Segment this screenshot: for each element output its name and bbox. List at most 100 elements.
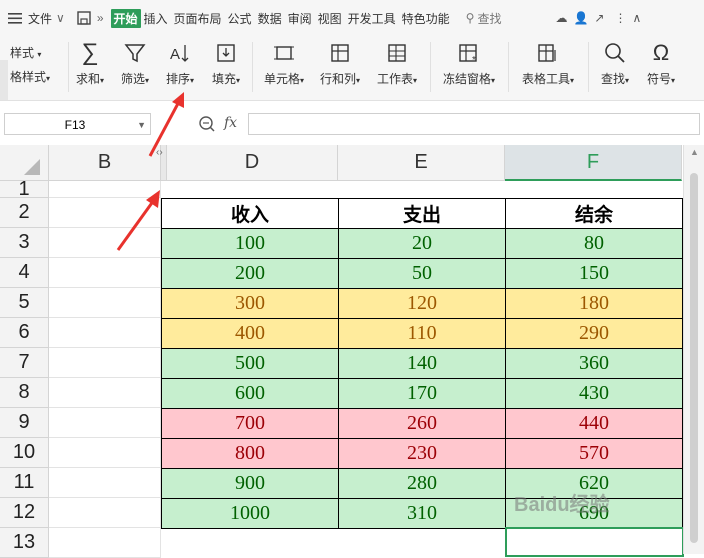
table-cell-balance[interactable]: 290 — [505, 318, 683, 349]
row-header-4[interactable]: 4 — [0, 258, 49, 288]
table-cell-balance[interactable]: 80 — [505, 228, 683, 259]
table-cell-expense[interactable]: 230 — [338, 438, 506, 469]
more-icon[interactable]: ⋮ — [611, 0, 629, 36]
cell-b9[interactable] — [49, 408, 161, 438]
tab-data[interactable]: 数据 — [255, 0, 285, 36]
table-cell-balance[interactable]: 360 — [505, 348, 683, 379]
table-header-cell[interactable]: 支出 — [338, 198, 506, 229]
scroll-up-icon[interactable]: ▲ — [690, 147, 699, 157]
scrollbar-thumb[interactable] — [690, 173, 698, 543]
cell-b5[interactable] — [49, 288, 161, 318]
more-chevron-icon[interactable]: » — [94, 0, 107, 36]
tab-formula[interactable]: 公式 — [225, 0, 255, 36]
tab-review[interactable]: 审阅 — [285, 0, 315, 36]
user-icon[interactable]: 👤 — [570, 0, 591, 36]
table-cell-expense[interactable]: 110 — [338, 318, 506, 349]
row-header-11[interactable]: 11 — [0, 468, 49, 498]
row-header-5[interactable]: 5 — [0, 288, 49, 318]
table-cell-income[interactable]: 800 — [161, 438, 339, 469]
tab-insert[interactable]: 插入 — [141, 0, 171, 36]
tab-features[interactable]: 特色功能 — [399, 0, 453, 36]
table-cell-expense[interactable]: 20 — [338, 228, 506, 259]
table-cell-income[interactable]: 700 — [161, 408, 339, 439]
cloud-icon[interactable]: ☁ — [552, 0, 570, 36]
cell-b6[interactable] — [49, 318, 161, 348]
table-cell-balance[interactable]: 150 — [505, 258, 683, 289]
table-cell-expense[interactable]: 50 — [338, 258, 506, 289]
row-column-button[interactable]: 行和列▾ — [318, 40, 362, 87]
table-cell-income[interactable]: 200 — [161, 258, 339, 289]
table-cell-balance[interactable]: 440 — [505, 408, 683, 439]
column-header-f[interactable]: F — [505, 145, 682, 181]
row-header-1[interactable]: 1 — [0, 178, 49, 200]
symbol-label: 符号 — [646, 72, 671, 86]
row-column-label: 行和列 — [319, 72, 356, 86]
cell-b12[interactable] — [49, 498, 161, 528]
cell-b8[interactable] — [49, 378, 161, 408]
symbol-button[interactable]: Ω 符号▾ — [642, 40, 680, 87]
row-header-6[interactable]: 6 — [0, 318, 49, 348]
worksheet-button[interactable]: 工作表▾ — [374, 40, 420, 87]
row-header-7[interactable]: 7 — [0, 348, 49, 378]
table-cell-balance[interactable]: 430 — [505, 378, 683, 409]
tab-page-layout[interactable]: 页面布局 — [171, 0, 225, 36]
table-tools-button[interactable]: 表格工具▾ — [518, 40, 578, 87]
table-header-cell[interactable]: 结余 — [505, 198, 683, 229]
table-cell-income[interactable]: 300 — [161, 288, 339, 319]
row-header-12[interactable]: 12 — [0, 498, 49, 528]
table-cell-balance[interactable]: 180 — [505, 288, 683, 319]
row-header-3[interactable]: 3 — [0, 228, 49, 258]
tab-start[interactable]: 开始 — [110, 8, 141, 28]
sort-button[interactable]: A 排序▾ — [162, 40, 198, 87]
row-header-9[interactable]: 9 — [0, 408, 49, 438]
style-button[interactable]: 样式 ▾ — [10, 44, 41, 61]
table-cell-expense[interactable]: 310 — [338, 498, 506, 529]
save-icon[interactable] — [74, 0, 94, 36]
search-box[interactable]: ⚲ 查找 — [463, 0, 505, 36]
fx-button[interactable]: fx — [224, 115, 237, 131]
cell-b4[interactable] — [49, 258, 161, 288]
format-style-label: 格样式 — [10, 70, 47, 84]
fill-button[interactable]: 填充▾ — [208, 40, 244, 87]
row-header-10[interactable]: 10 — [0, 438, 49, 468]
format-style-button[interactable]: 格样式▾ — [10, 68, 50, 85]
row-header-8[interactable]: 8 — [0, 378, 49, 408]
chevron-down-icon: ∨ — [56, 11, 65, 25]
table-cell-expense[interactable]: 260 — [338, 408, 506, 439]
zoom-search-icon[interactable] — [198, 115, 216, 138]
formula-input[interactable] — [248, 113, 700, 135]
table-cell-expense[interactable]: 140 — [338, 348, 506, 379]
cell-b11[interactable] — [49, 468, 161, 498]
column-header-e[interactable]: E — [338, 145, 505, 181]
selected-cell-f13[interactable] — [505, 527, 684, 557]
hamburger-menu-icon[interactable] — [0, 0, 25, 36]
share-icon[interactable]: ↗ — [591, 0, 607, 36]
tab-view[interactable]: 视图 — [315, 0, 345, 36]
sum-button[interactable]: ∑ 求和▾ — [74, 39, 106, 87]
vertical-scrollbar[interactable]: ▲ — [683, 145, 704, 554]
tab-developer[interactable]: 开发工具 — [345, 0, 399, 36]
cell-b10[interactable] — [49, 438, 161, 468]
table-cell-expense[interactable]: 170 — [338, 378, 506, 409]
ribbon-divider — [430, 42, 431, 92]
table-tools-icon — [518, 40, 578, 66]
table-cell-income[interactable]: 600 — [161, 378, 339, 409]
ribbon-scroll-left[interactable] — [0, 60, 8, 100]
file-menu[interactable]: 文件 ∨ — [25, 0, 68, 36]
table-cell-expense[interactable]: 280 — [338, 468, 506, 499]
collapse-icon[interactable]: ∧ — [629, 0, 644, 36]
cell-button[interactable]: 单元格▾ — [262, 40, 306, 87]
table-cell-expense[interactable]: 120 — [338, 288, 506, 319]
freeze-panes-button[interactable]: * 冻结窗格▾ — [440, 40, 498, 87]
table-cell-balance[interactable]: 570 — [505, 438, 683, 469]
row-column-icon — [318, 40, 362, 66]
table-cell-income[interactable]: 400 — [161, 318, 339, 349]
cell-b7[interactable] — [49, 348, 161, 378]
select-all-corner[interactable] — [0, 145, 49, 181]
row-header-2[interactable]: 2 — [0, 198, 49, 228]
table-cell-income[interactable]: 500 — [161, 348, 339, 379]
table-cell-income[interactable]: 1000 — [161, 498, 339, 529]
filter-button[interactable]: 筛选▾ — [118, 40, 152, 87]
find-button[interactable]: 查找▾ — [596, 40, 634, 87]
table-cell-income[interactable]: 900 — [161, 468, 339, 499]
